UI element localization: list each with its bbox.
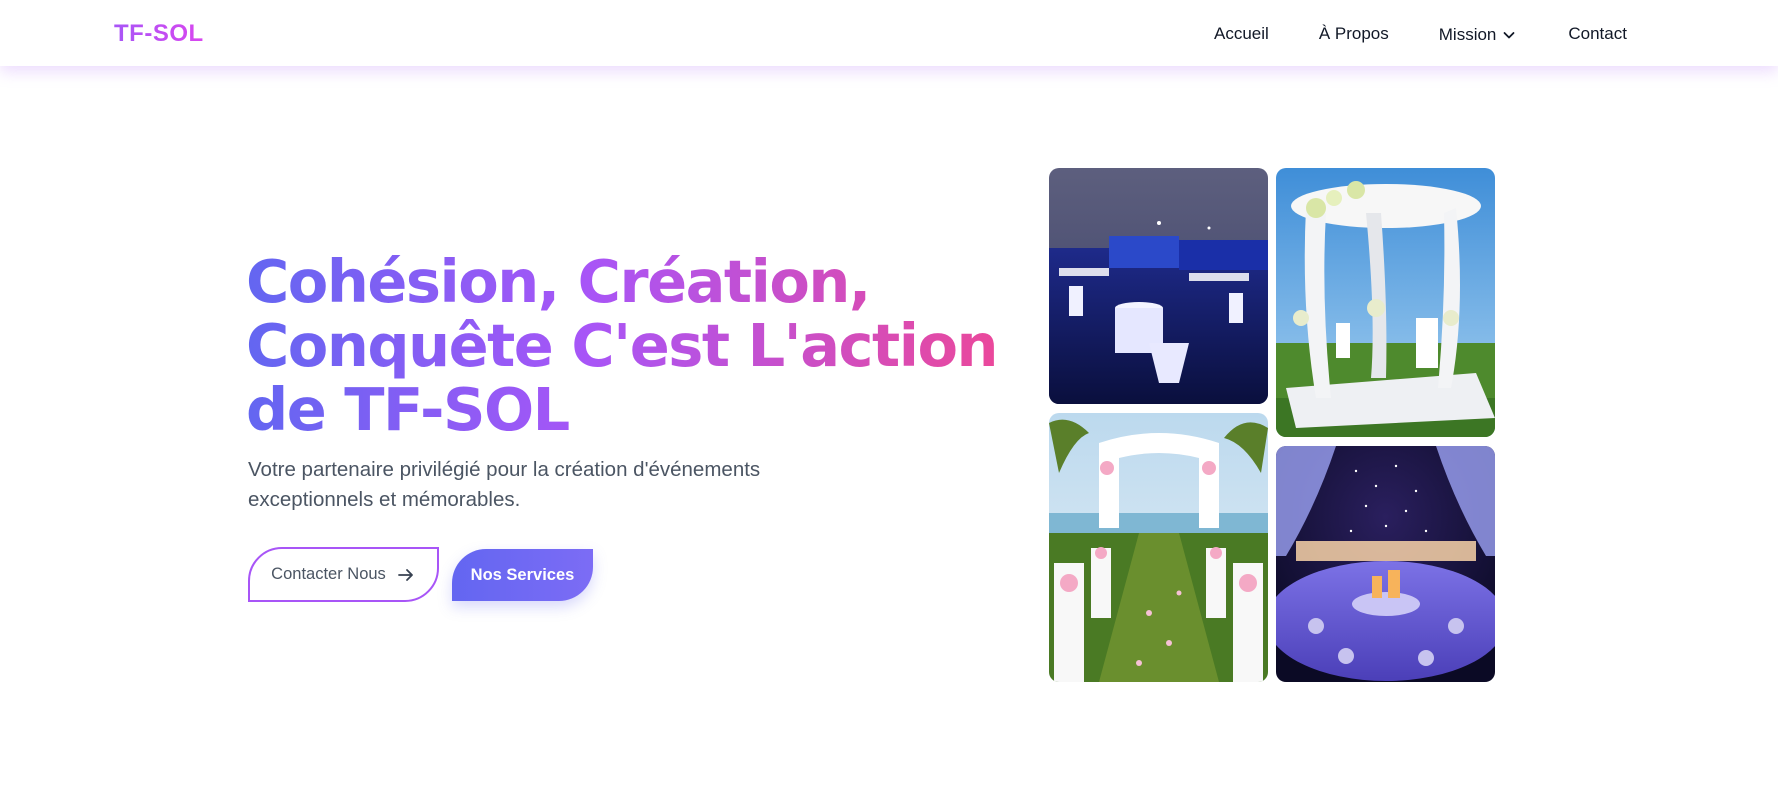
hero-subtitle: Votre partenaire privilégié pour la créa… [248,458,761,511]
arrow-right-icon [397,568,413,581]
navbar: TF-SOL Accueil À Propos Mission Contact [0,0,1778,66]
our-services-button[interactable]: Nos Services [452,549,593,601]
main-nav: Accueil À Propos Mission Contact [1214,22,1627,45]
nav-link-a-propos[interactable]: À Propos [1319,24,1389,44]
beach-wedding-aisle-photo [1049,413,1268,682]
hero-title: Cohésion, Création, Conquête C'est L'act… [246,250,1006,442]
chevron-down-icon [1503,32,1515,39]
nav-link-contact[interactable]: Contact [1568,24,1627,44]
white-gazebo-photo [1276,168,1495,437]
nav-link-accueil[interactable]: Accueil [1214,24,1269,44]
brand-logo[interactable]: TF-SOL [114,20,204,48]
purple-banquet-photo [1276,446,1495,682]
contact-us-button-label: Contacter Nous [271,565,386,583]
contact-us-button[interactable]: Contacter Nous [248,547,439,602]
night-event-photo [1049,168,1268,404]
nav-link-mission-label: Mission [1438,25,1497,44]
nav-link-mission[interactable]: Mission [1439,25,1517,45]
